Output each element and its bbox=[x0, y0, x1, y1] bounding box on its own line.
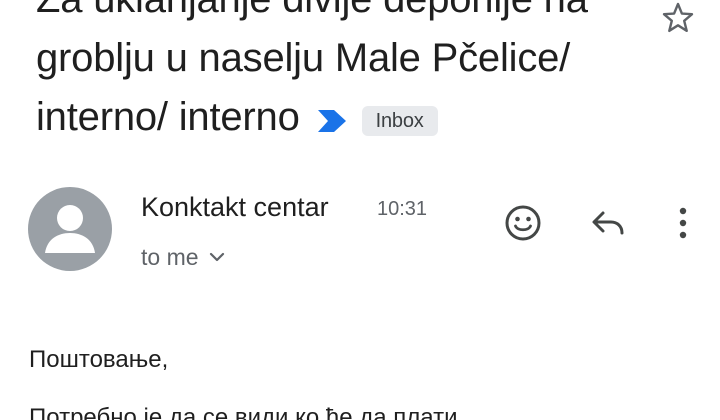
importance-marker-icon[interactable] bbox=[316, 108, 348, 134]
sender-avatar[interactable] bbox=[28, 187, 112, 271]
more-vert-icon[interactable] bbox=[664, 204, 702, 242]
inbox-label-chip[interactable]: Inbox bbox=[361, 105, 438, 136]
reply-icon[interactable] bbox=[589, 204, 627, 242]
message-time: 10:31 bbox=[377, 198, 428, 220]
message-body-line: Потребно је да се види ко ће да плати bbox=[29, 404, 458, 420]
subject-line-3: interno/ interno bbox=[36, 95, 300, 139]
person-icon bbox=[45, 205, 95, 253]
recipient-label: to me bbox=[141, 244, 199, 270]
recipient-toggle[interactable]: to me bbox=[141, 242, 225, 272]
star-icon[interactable] bbox=[660, 0, 696, 36]
sender-name[interactable]: Konktakt centar bbox=[141, 190, 329, 224]
subject-line-1: Za uklanjanje divlje deponije na bbox=[36, 0, 636, 29]
message-greeting: Поштовање, bbox=[29, 346, 169, 373]
message-body: Поштовање, Потребно је да се види ко ће … bbox=[29, 343, 458, 420]
subject-line-2: groblju u naselju Male Pčelice/ bbox=[36, 36, 571, 80]
chevron-down-icon bbox=[209, 252, 224, 262]
subject-line-3-row: interno/ interno Inbox bbox=[36, 88, 636, 147]
email-subject: Za uklanjanje divlje deponije na groblju… bbox=[36, 0, 636, 147]
emoji-reaction-icon[interactable] bbox=[504, 204, 542, 242]
